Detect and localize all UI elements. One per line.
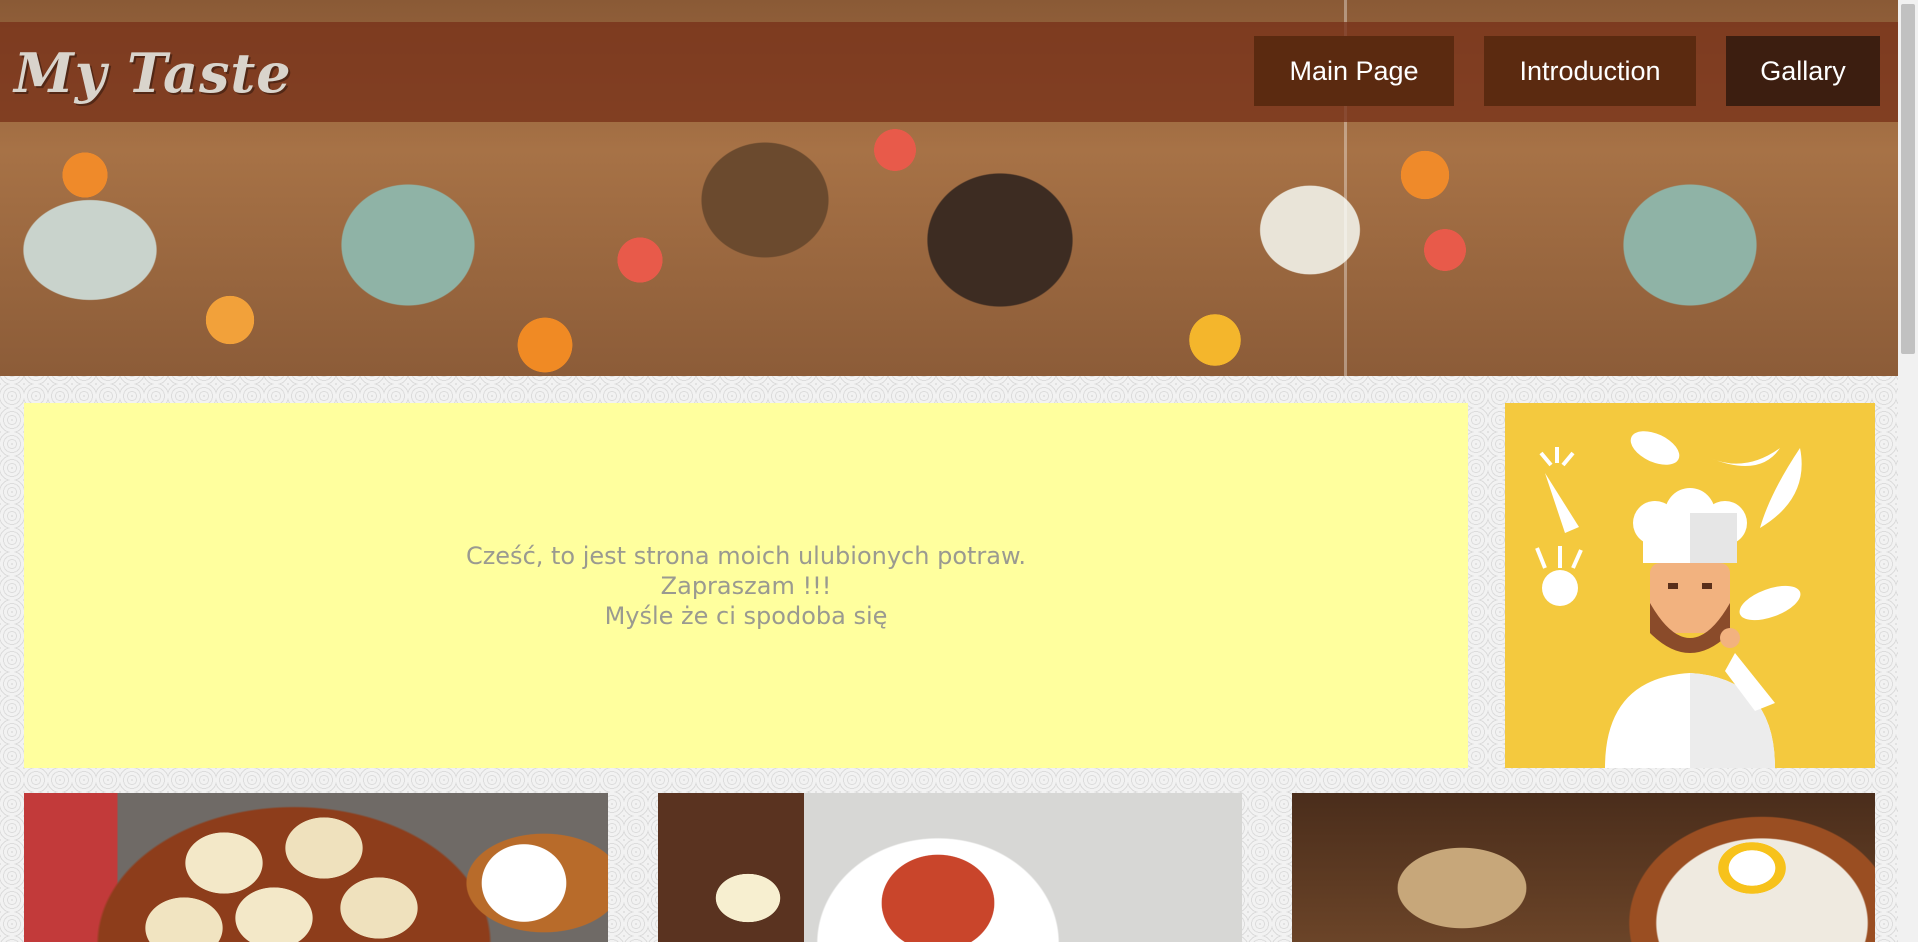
welcome-line-closing: Myśle że ci spodoba się xyxy=(604,601,888,630)
onion-icon xyxy=(1542,570,1578,606)
dish-pierogi-image[interactable] xyxy=(24,793,608,942)
site-logo[interactable]: My Taste xyxy=(14,46,292,100)
peas-icon xyxy=(1630,431,1680,465)
carrot-icon xyxy=(1545,473,1579,533)
nav-introduction-button[interactable]: Introduction xyxy=(1484,36,1696,106)
top-navbar: My Taste Main Page Introduction Gallary xyxy=(0,22,1898,122)
welcome-line-invite: Zapraszam !!! xyxy=(660,571,832,600)
welcome-line-greeting: Cześć, to jest strona moich ulubionych p… xyxy=(465,541,1027,570)
dish-soup-image[interactable] xyxy=(1292,793,1875,942)
nav-main-page-button[interactable]: Main Page xyxy=(1254,36,1454,106)
nav-gallery-button[interactable]: Gallary xyxy=(1726,36,1880,106)
page-scrollbar[interactable] xyxy=(1898,0,1918,942)
chef-icon xyxy=(1535,431,1802,768)
welcome-message: Cześć, to jest strona moich ulubionych p… xyxy=(466,541,1026,631)
scrollbar-thumb[interactable] xyxy=(1901,4,1915,354)
eggplant-icon xyxy=(1739,585,1801,621)
chili-icon xyxy=(1710,448,1780,466)
chef-illustration xyxy=(1505,403,1875,768)
welcome-panel: Cześć, to jest strona moich ulubionych p… xyxy=(24,403,1468,768)
dish-cabbage-image[interactable] xyxy=(658,793,1242,942)
